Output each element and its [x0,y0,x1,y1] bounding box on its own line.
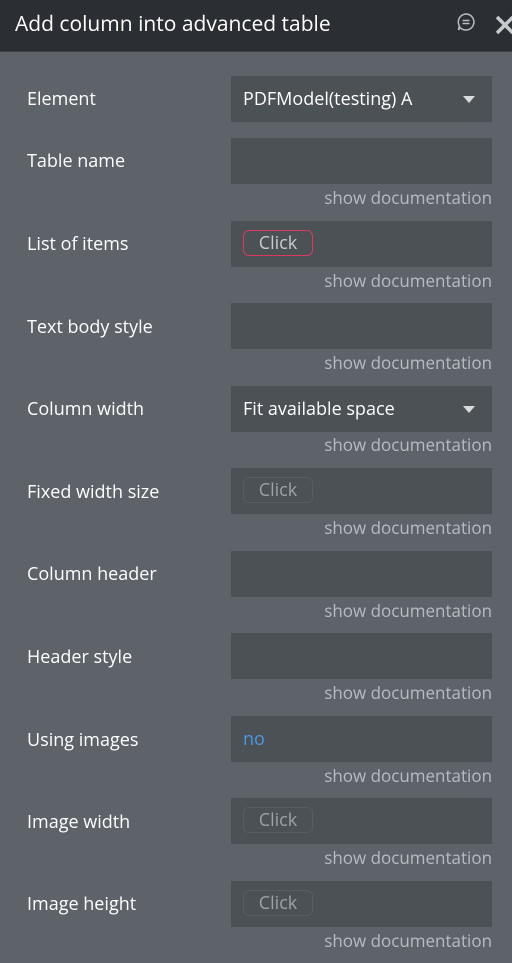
show-documentation-link[interactable]: show documentation [324,600,492,622]
show-documentation-link[interactable]: show documentation [324,434,492,456]
property-label: Image width [27,810,131,834]
column-width-dropdown[interactable]: Fit available space [231,386,492,432]
show-documentation-link[interactable]: show documentation [324,517,492,539]
panel-title: Add column into advanced table [15,10,331,38]
show-documentation-link[interactable]: show documentation [324,270,492,292]
click-button[interactable]: Click [243,477,313,503]
show-documentation-link[interactable]: show documentation [324,930,492,952]
header-style-field[interactable] [231,633,492,679]
list-of-items-field: Click [231,221,492,267]
comment-icon[interactable] [456,12,476,32]
property-label: Header style [27,645,133,669]
show-documentation-link[interactable]: show documentation [324,187,492,209]
click-button[interactable]: Click [243,807,313,833]
click-button[interactable]: Click [243,230,313,256]
close-icon[interactable] [492,10,512,38]
property-label: Column header [27,562,157,586]
property-label: Element [27,87,96,111]
panel-header: Add column into advanced table [0,0,512,52]
fixed-width-size-field: Click [231,468,492,514]
property-label: Image height [27,892,137,916]
property-label: Using images [27,728,139,752]
image-width-field: Click [231,798,492,844]
table-name-input[interactable] [231,138,492,184]
toggle-value: no [243,727,265,751]
dropdown-value: PDFModel(testing) A [243,87,413,111]
show-documentation-link[interactable]: show documentation [324,352,492,374]
chevron-down-icon [463,406,475,413]
text-body-style-field[interactable] [231,303,492,349]
show-documentation-link[interactable]: show documentation [324,847,492,869]
using-images-toggle[interactable]: no [231,716,492,762]
image-height-field: Click [231,881,492,927]
click-button[interactable]: Click [243,890,313,916]
show-documentation-link[interactable]: show documentation [324,765,492,787]
element-dropdown[interactable]: PDFModel(testing) A [231,76,492,122]
property-label: List of items [27,232,129,256]
show-documentation-link[interactable]: show documentation [324,682,492,704]
property-label: Table name [27,149,126,173]
chevron-down-icon [463,96,475,103]
column-header-input[interactable] [231,551,492,597]
dropdown-value: Fit available space [243,397,395,421]
property-label: Fixed width size [27,480,160,504]
property-label: Text body style [27,315,153,339]
property-label: Column width [27,397,145,421]
